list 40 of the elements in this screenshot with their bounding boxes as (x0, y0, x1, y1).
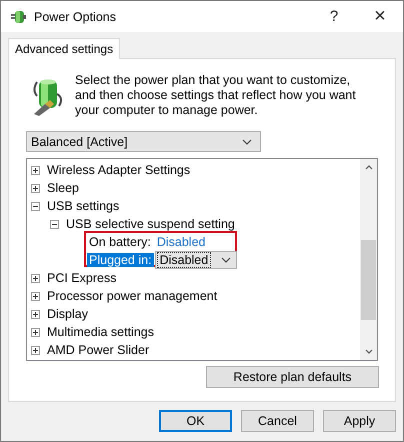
tree-item[interactable]: Wireless Adapter Settings (47, 163, 190, 177)
tree-item[interactable]: PCI Express (47, 271, 116, 285)
expand-icon[interactable] (31, 292, 40, 300)
tree-item[interactable]: USB selective suspend setting (66, 217, 235, 231)
dialog-button[interactable]: Apply (323, 410, 396, 432)
setting-label[interactable]: Plugged in: (87, 253, 154, 267)
tab[interactable]: Advanced settings (8, 38, 120, 59)
expand-icon[interactable] (31, 328, 40, 336)
expand-icon[interactable] (31, 274, 40, 282)
power-plan-dropdown[interactable]: Balanced [Active] (26, 131, 261, 152)
expand-icon[interactable] (31, 310, 40, 318)
window-title: Power Options (34, 10, 117, 24)
description-text: Select the power plan that you want to customize, and then choose settings that reflect how you want your computer to manage power. (75, 73, 357, 118)
scroll-down-icon[interactable] (364, 349, 372, 354)
chevron-down-icon (242, 138, 252, 144)
tree-item[interactable]: Sleep (47, 181, 79, 195)
tree-item[interactable]: Multimedia settings (47, 325, 154, 339)
collapse-icon[interactable] (50, 220, 59, 228)
help-button[interactable]: ? (311, 1, 357, 32)
tree-item[interactable]: AMD Power Slider (47, 343, 150, 357)
dialog-button[interactable]: OK (159, 410, 232, 432)
setting-label[interactable]: On battery: (87, 235, 153, 249)
tree-item[interactable]: Display (47, 307, 88, 321)
restore-defaults-button[interactable]: Restore plan defaults (206, 366, 379, 388)
setting-value-link[interactable]: Disabled (156, 235, 206, 249)
battery-plug-icon (31, 78, 65, 116)
power-options-icon (10, 8, 28, 24)
chevron-down-icon (220, 257, 231, 263)
expand-icon[interactable] (31, 346, 40, 354)
close-button[interactable]: × (357, 1, 403, 32)
scroll-thumb[interactable] (361, 240, 376, 320)
tree-item[interactable]: Processor power management (47, 289, 218, 303)
setting-value-dropdown[interactable]: Disabled (154, 251, 237, 269)
scroll-up-icon[interactable] (364, 165, 372, 170)
collapse-icon[interactable] (31, 202, 40, 210)
expand-icon[interactable] (31, 166, 40, 174)
dialog-button[interactable]: Cancel (241, 410, 314, 432)
expand-icon[interactable] (31, 184, 40, 192)
scrollbar[interactable] (360, 159, 377, 360)
tree-item[interactable]: USB settings (47, 199, 120, 213)
